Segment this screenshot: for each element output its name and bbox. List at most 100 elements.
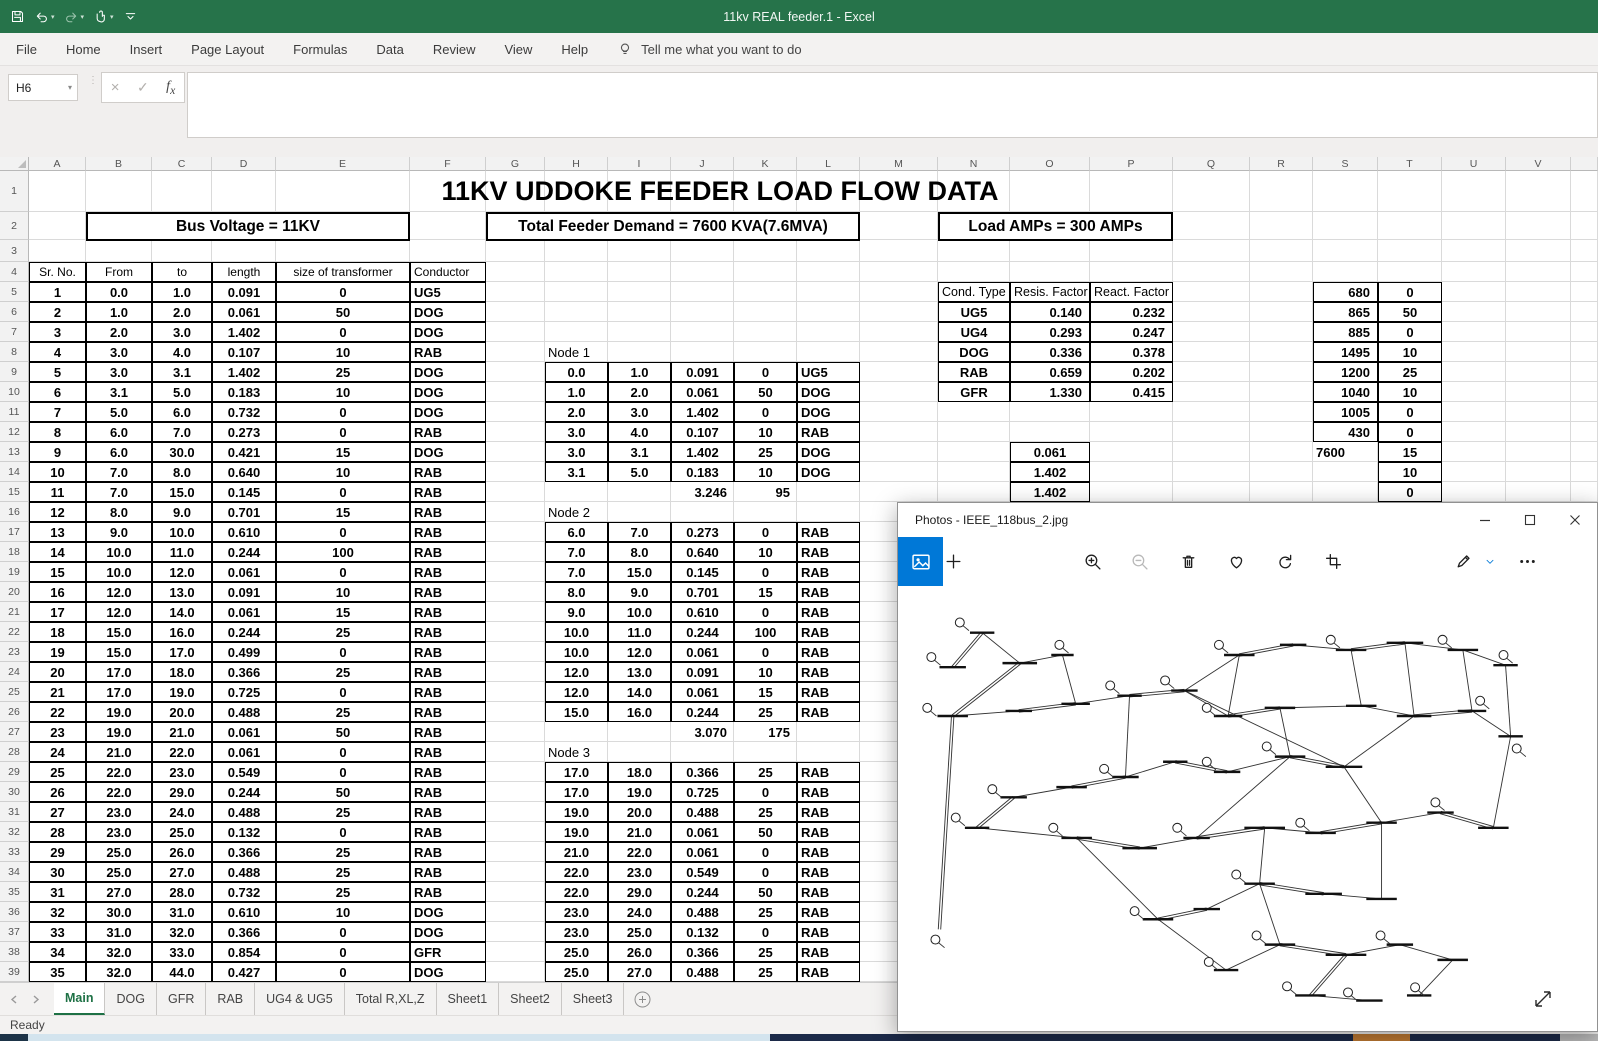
main-table-header[interactable]: to [152,262,212,282]
main-table-cell[interactable]: 35 [29,962,86,982]
delete-icon[interactable] [1171,537,1205,586]
row-header-8[interactable]: 8 [0,342,29,362]
column-header-E[interactable]: E [276,157,410,171]
main-table-cell[interactable]: 0 [276,762,410,782]
node3-cell[interactable]: 50 [734,882,797,902]
cond-table-cell[interactable]: 0.202 [1090,362,1173,382]
sheet-tab-sheet3[interactable]: Sheet3 [562,983,625,1015]
photo-content[interactable] [899,587,1596,1031]
node1-cell[interactable]: 0.091 [671,362,734,382]
row-header-10[interactable]: 10 [0,382,29,402]
main-table-cell[interactable]: 50 [276,782,410,802]
kva-cell[interactable]: 1005 [1313,402,1378,422]
node3-cell[interactable]: 23.0 [545,902,608,922]
formula-input[interactable] [187,72,1598,138]
node3-cell[interactable]: 25.0 [608,922,671,942]
node-table-label[interactable]: Node 2 [545,502,608,522]
main-table-cell[interactable]: 1 [29,282,86,302]
node3-cell[interactable]: RAB [797,902,860,922]
node2-cell[interactable]: 16.0 [608,702,671,722]
main-table-cell[interactable]: 0.421 [212,442,276,462]
main-table-cell[interactable]: 25 [276,802,410,822]
main-table-cell[interactable]: 0.427 [212,962,276,982]
node3-cell[interactable]: 25.0 [545,942,608,962]
close-button[interactable] [1552,503,1597,537]
main-table-cell[interactable]: 15.0 [86,642,152,662]
main-table-cell[interactable]: 32.0 [152,922,212,942]
node3-cell[interactable]: RAB [797,782,860,802]
main-table-cell[interactable]: 0.061 [212,742,276,762]
main-table-cell[interactable]: 10.0 [86,562,152,582]
add-to-icon[interactable] [936,537,970,586]
main-table-cell[interactable]: 2 [29,302,86,322]
cond-table-cell[interactable]: 0.293 [1010,322,1090,342]
node3-cell[interactable]: 29.0 [608,882,671,902]
main-table-cell[interactable]: 15.0 [86,622,152,642]
node3-cell[interactable]: RAB [797,842,860,862]
main-table-cell[interactable]: 0.244 [212,782,276,802]
main-table-cell[interactable]: 25.0 [152,822,212,842]
node3-cell[interactable]: 22.0 [608,842,671,862]
size-cell[interactable]: 0 [1378,282,1442,302]
node3-cell[interactable]: RAB [797,922,860,942]
node2-cell[interactable]: 6.0 [545,522,608,542]
main-table-cell[interactable]: 32 [29,902,86,922]
save-icon[interactable] [10,9,25,24]
main-table-cell[interactable]: 6.0 [86,442,152,462]
node2-cell[interactable]: 0 [734,642,797,662]
main-table-cell[interactable]: 28 [29,822,86,842]
cond-table-cell[interactable]: 0.659 [1010,362,1090,382]
column-header-L[interactable]: L [797,157,860,171]
node2-cell[interactable]: 0 [734,562,797,582]
node2-cell[interactable]: 0.701 [671,582,734,602]
fullscreen-toggle[interactable] [1530,986,1556,1017]
main-table-cell[interactable]: 6 [29,382,86,402]
row-header-23[interactable]: 23 [0,642,29,662]
main-table-cell[interactable]: 50 [276,722,410,742]
node1-cell[interactable]: 5.0 [608,462,671,482]
node1-cell[interactable]: 1.0 [545,382,608,402]
main-table-cell[interactable]: 27.0 [86,882,152,902]
kva-cell[interactable]: 865 [1313,302,1378,322]
node2-cell[interactable]: RAB [797,602,860,622]
node2-cell[interactable]: RAB [797,562,860,582]
ribbon-tab-insert[interactable]: Insert [130,42,163,57]
node3-cell[interactable]: 25 [734,942,797,962]
sheet-tab-gfr[interactable]: GFR [157,983,207,1015]
row-header-20[interactable]: 20 [0,582,29,602]
cond-table-header[interactable]: React. Factor [1090,282,1173,302]
column-header-U[interactable]: U [1442,157,1506,171]
main-table-cell[interactable]: 17.0 [86,682,152,702]
main-table-cell[interactable]: 0.244 [212,542,276,562]
main-table-cell[interactable]: 15 [29,562,86,582]
sheet-tab-rab[interactable]: RAB [206,983,256,1015]
main-table-cell[interactable]: 1.0 [152,282,212,302]
node1-cell[interactable]: 1.402 [671,442,734,462]
node2-cell[interactable]: 0 [734,602,797,622]
node2-cell[interactable]: RAB [797,542,860,562]
main-table-cell[interactable]: 0.488 [212,862,276,882]
node1-cell[interactable]: 2.0 [608,382,671,402]
node1-cell[interactable]: 0 [734,402,797,422]
ribbon-tab-help[interactable]: Help [561,42,588,57]
cond-table-cell[interactable]: UG5 [938,302,1010,322]
main-table-cell[interactable]: 100 [276,542,410,562]
main-table-cell[interactable]: RAB [410,862,486,882]
row-header-18[interactable]: 18 [0,542,29,562]
main-table-cell[interactable]: 31.0 [86,922,152,942]
main-table-cell[interactable]: DOG [410,902,486,922]
node3-cell[interactable]: RAB [797,862,860,882]
main-table-cell[interactable]: RAB [410,582,486,602]
row-header-36[interactable]: 36 [0,902,29,922]
row-header-22[interactable]: 22 [0,622,29,642]
kva-cell[interactable]: 1495 [1313,342,1378,362]
size-cell[interactable]: 0 [1378,322,1442,342]
length-box-cell[interactable]: 1.402 [1010,462,1090,482]
main-table-cell[interactable]: 12.0 [86,582,152,602]
main-table-cell[interactable]: 25 [276,882,410,902]
main-table-cell[interactable]: 0 [276,402,410,422]
main-table-cell[interactable]: 44.0 [152,962,212,982]
main-table-cell[interactable]: 18.0 [152,662,212,682]
node1-cell[interactable]: 3.1 [545,462,608,482]
main-table-header[interactable]: Sr. No. [29,262,86,282]
